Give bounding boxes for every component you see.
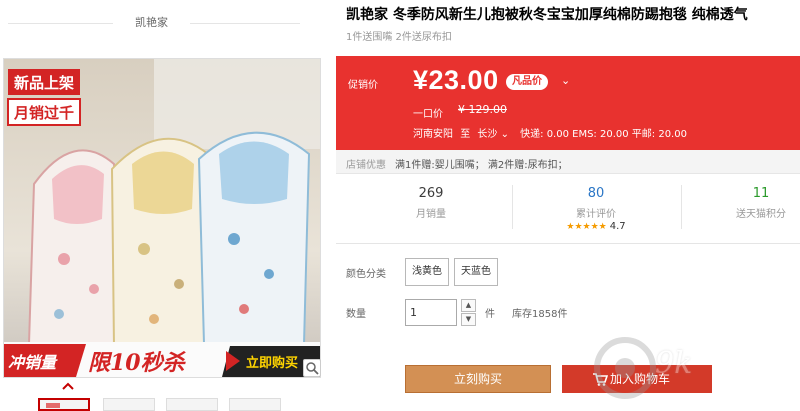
- thumbnail[interactable]: [229, 398, 281, 411]
- watermark-text: 9k: [655, 346, 693, 381]
- promo-price-label: 促销价: [348, 80, 378, 91]
- sku-option[interactable]: 浅黄色: [405, 258, 449, 286]
- banner-tag-hot: 月销过千: [13, 104, 74, 122]
- price-panel: 促销价 ¥23.00 凡品价 ⌄ 一口价 ¥ 129.00 河南安阳 至 长沙 …: [336, 56, 800, 150]
- divider: [512, 185, 513, 229]
- stat-points: 11 送天猫积分: [716, 177, 800, 235]
- shipping-row: 河南安阳 至 长沙 ⌄ 快递: 0.00 EMS: 20.00 平邮: 20.0…: [413, 125, 687, 140]
- watermark-logo: 9k: [590, 328, 800, 411]
- points-count: 11: [752, 186, 770, 201]
- star-icon: ★★★★★: [566, 222, 607, 232]
- ship-fees: 快递: 0.00 EMS: 20.00 平邮: 20.00: [520, 129, 687, 140]
- thumbnail[interactable]: [103, 398, 155, 411]
- qty-decrease-button[interactable]: ▼: [461, 313, 476, 326]
- product-title: 凯艳家 冬季防风新生儿抱被秋冬宝宝加厚纯棉防踢抱毯 纯棉透气: [346, 7, 748, 23]
- stock-count: 库存1858件: [512, 309, 568, 320]
- points-label: 送天猫积分: [736, 209, 786, 220]
- banner-bottom-mid: 限10秒杀: [88, 350, 187, 376]
- ship-origin: 河南安阳: [413, 129, 453, 140]
- reviews-label: 累计评价: [576, 209, 616, 220]
- qty-label: 数量: [346, 309, 366, 320]
- shop-promo: 店铺优惠 满1件赠:婴儿围嘴； 满2件赠:尿布扣；: [336, 150, 800, 174]
- stat-sales: 269 月销量: [386, 177, 476, 235]
- stat-reviews[interactable]: 80 累计评价 ★★★★★ 4.7: [536, 177, 656, 235]
- sku-option[interactable]: 天蓝色: [454, 258, 498, 286]
- rating-score: 4.7: [609, 221, 626, 232]
- sales-count: 269: [418, 186, 444, 201]
- shop-name[interactable]: 凯艳家: [113, 14, 190, 30]
- ship-to: 至: [460, 129, 471, 140]
- divider: [336, 243, 800, 244]
- divider: [8, 23, 113, 24]
- color-label: 颜色分类: [346, 269, 386, 280]
- banner-bottom-left: 冲销量: [8, 353, 58, 372]
- sales-label: 月销量: [416, 209, 446, 220]
- banner-bottom-right: 立即购买: [246, 355, 298, 371]
- promo-price: ¥23.00: [413, 65, 499, 95]
- qty-unit: 件: [485, 309, 495, 320]
- product-subtitle: 1件送围嘴 2件送尿布扣: [346, 32, 452, 43]
- stats-bar: 269 月销量 80 累计评价 ★★★★★ 4.7 11 送天猫积分: [336, 177, 800, 237]
- banner-tag-new: 新品上架: [14, 74, 74, 92]
- rating-stars: ★★★★★ 4.7: [536, 221, 656, 232]
- price-badge[interactable]: 凡品价: [506, 74, 548, 90]
- chevron-up-icon[interactable]: [60, 381, 76, 391]
- original-price-label: 一口价: [413, 109, 443, 120]
- wrap-blue: [197, 131, 311, 352]
- promo-text: 满1件赠:婴儿围嘴； 满2件赠:尿布扣；: [395, 160, 568, 171]
- thumbnail[interactable]: [38, 398, 90, 411]
- promo-label: 店铺优惠: [346, 160, 386, 171]
- thumbnail[interactable]: [166, 398, 218, 411]
- divider: [190, 23, 300, 24]
- qty-increase-button[interactable]: ▲: [461, 299, 476, 312]
- divider: [681, 185, 682, 229]
- quantity-input[interactable]: 1: [405, 299, 457, 326]
- zoom-icon[interactable]: [303, 359, 321, 377]
- buy-now-button[interactable]: 立刻购买: [405, 365, 551, 393]
- reviews-count[interactable]: 80: [536, 186, 656, 201]
- original-price: ¥ 129.00: [458, 103, 507, 116]
- product-main-image[interactable]: 新品上架 月销过千 冲销量 限10秒杀 立即购买: [3, 58, 321, 378]
- wrap-pink: [27, 149, 126, 354]
- chevron-down-icon[interactable]: ⌄: [501, 129, 509, 140]
- ship-destination[interactable]: 长沙: [477, 129, 497, 140]
- chevron-down-icon[interactable]: ⌄: [561, 74, 570, 87]
